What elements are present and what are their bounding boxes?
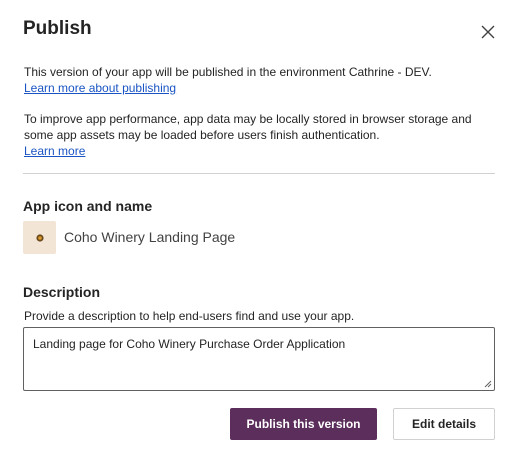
performance-info-line-2: some app assets may be loaded before use… <box>24 128 380 142</box>
close-button[interactable] <box>476 20 500 44</box>
description-helper-text: Provide a description to help end-users … <box>24 309 355 323</box>
app-name: Coho Winery Landing Page <box>64 229 236 245</box>
resize-grip-icon[interactable] <box>484 380 492 388</box>
dialog-title: Publish <box>23 18 92 39</box>
learn-more-publishing-link[interactable]: Learn more about publishing <box>24 80 176 96</box>
divider <box>23 173 495 174</box>
app-icon <box>23 221 56 254</box>
environment-info-text: This version of your app will be publish… <box>24 65 432 79</box>
publish-dialog: Publish This version of your app will be… <box>0 0 519 463</box>
performance-info-line-1: To improve app performance, app data may… <box>24 112 472 126</box>
edit-details-button[interactable]: Edit details <box>393 408 495 440</box>
app-icon-name-heading: App icon and name <box>23 198 153 214</box>
description-value: Landing page for Coho Winery Purchase Or… <box>33 337 346 351</box>
app-logo-icon <box>35 233 44 242</box>
description-heading: Description <box>23 284 101 300</box>
close-icon <box>481 25 495 39</box>
learn-more-link[interactable]: Learn more <box>24 143 85 159</box>
publish-this-version-button[interactable]: Publish this version <box>230 408 377 440</box>
description-textarea[interactable]: Landing page for Coho Winery Purchase Or… <box>23 327 495 391</box>
